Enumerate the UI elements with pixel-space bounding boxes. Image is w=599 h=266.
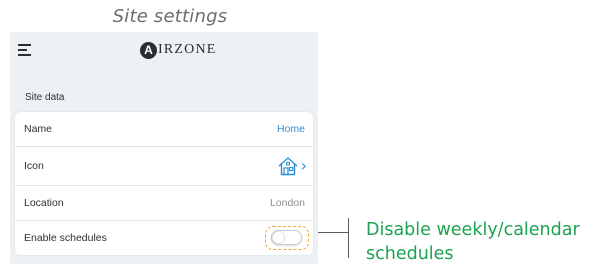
- callout-text: Disable weekly/calendar schedules: [366, 220, 580, 264]
- top-bar: A IRZONE: [10, 32, 318, 68]
- row-icon[interactable]: Icon ›: [15, 147, 313, 186]
- row-location[interactable]: Location London: [15, 186, 313, 221]
- location-value[interactable]: London: [270, 197, 305, 209]
- row-enable-schedules: Enable schedules: [15, 221, 313, 255]
- site-data-card: Name Home Icon › Location London Enable …: [15, 112, 313, 255]
- row-label-icon: Icon: [24, 160, 44, 172]
- toggle-highlight: [265, 226, 309, 250]
- logo-mark: A: [140, 41, 157, 59]
- house-icon: [278, 157, 298, 176]
- enable-schedules-toggle[interactable]: [271, 230, 302, 245]
- row-label-location: Location: [24, 197, 64, 209]
- logo-text: IRZONE: [158, 42, 217, 57]
- callout-line: [318, 232, 348, 233]
- page-title: Site settings: [112, 6, 228, 27]
- site-icon-selector[interactable]: ›: [277, 155, 307, 177]
- callout-bracket: [348, 218, 349, 258]
- row-label-name: Name: [24, 123, 53, 135]
- row-name[interactable]: Name Home: [15, 112, 313, 147]
- airzone-logo: A IRZONE: [140, 40, 217, 60]
- chevron-right-icon[interactable]: ›: [301, 158, 307, 174]
- toggle-knob[interactable]: [273, 232, 284, 243]
- section-label-site-data: Site data: [25, 92, 65, 103]
- hamburger-icon[interactable]: [18, 44, 32, 56]
- row-label-enable-schedules: Enable schedules: [24, 232, 107, 244]
- app-screen: A IRZONE Site data Name Home Icon › Loca…: [10, 32, 318, 264]
- site-name-value[interactable]: Home: [277, 123, 305, 135]
